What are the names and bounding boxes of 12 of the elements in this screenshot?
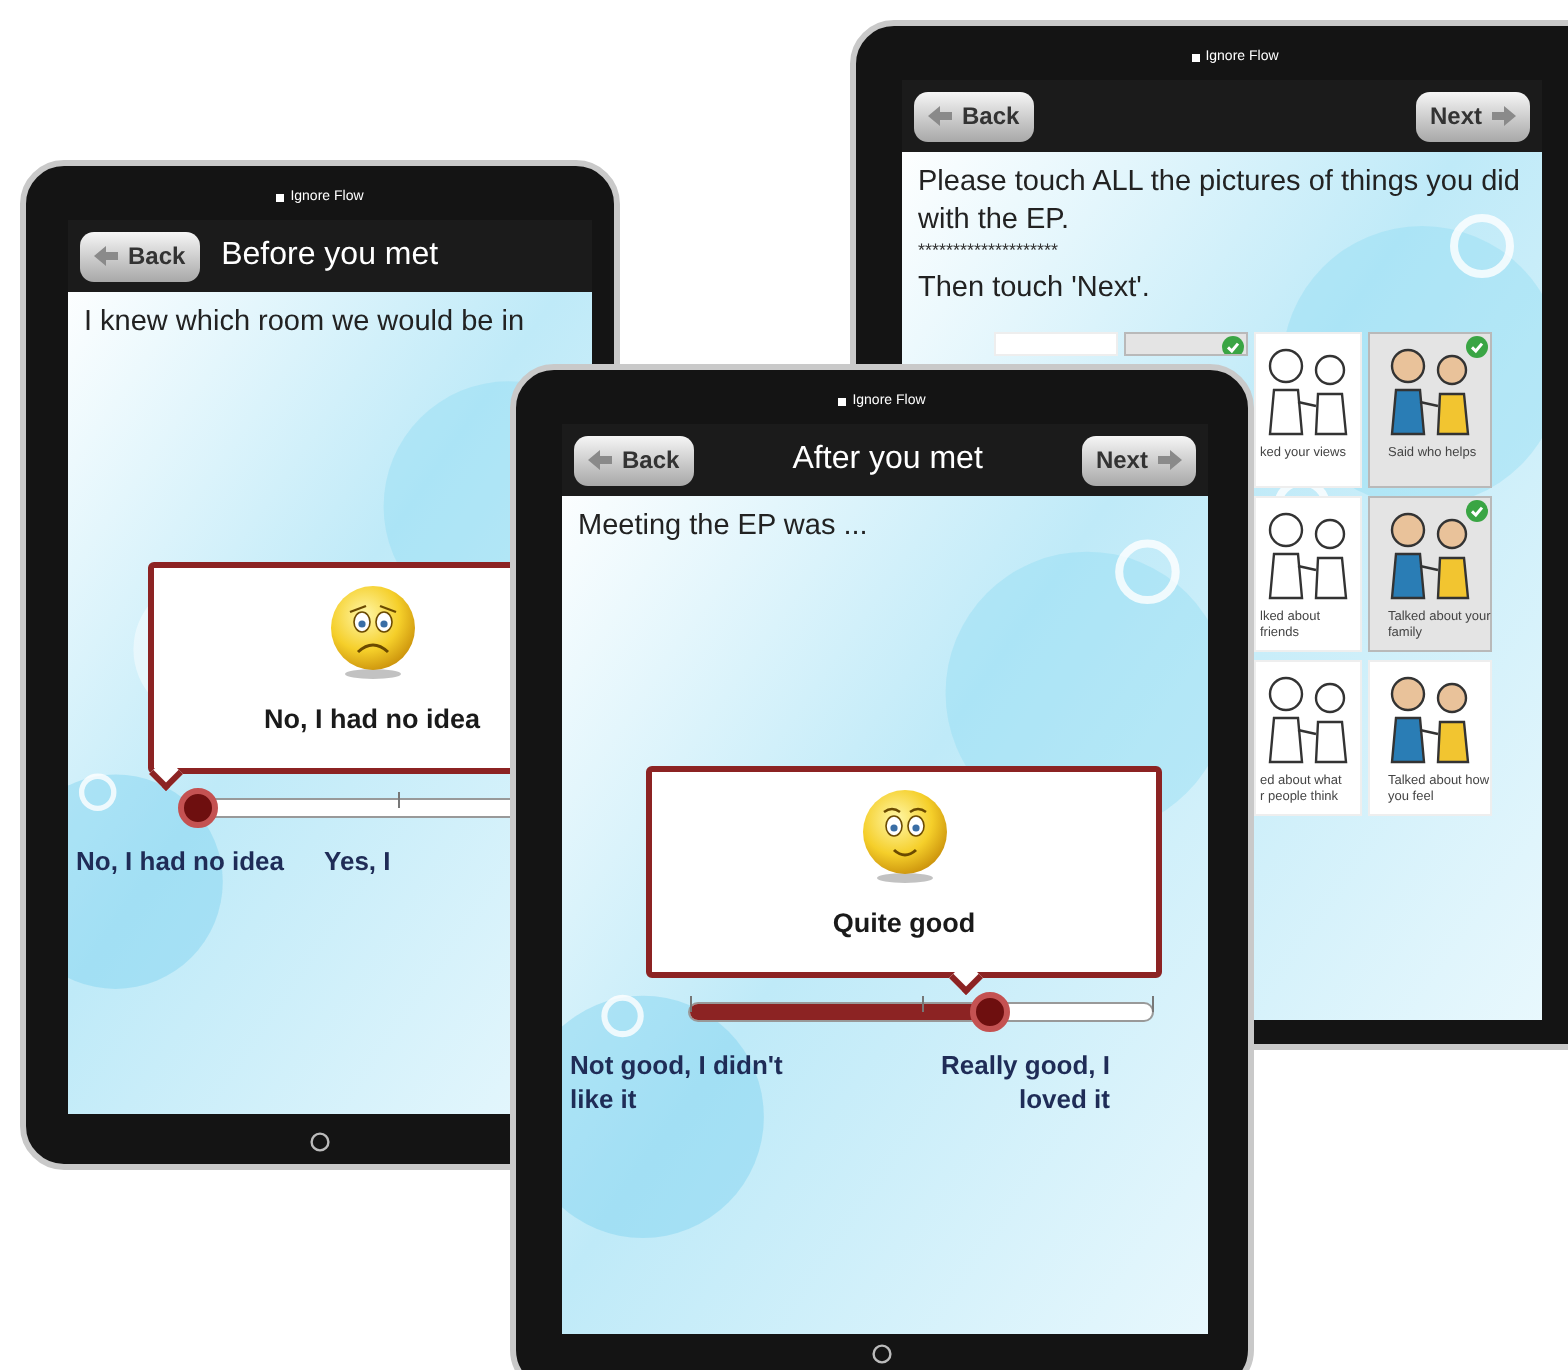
back-button[interactable]: Back xyxy=(914,91,1034,141)
scale-label: Really good, I loved it xyxy=(938,1048,1110,1116)
screen-title: Before you met xyxy=(221,236,439,276)
question-text: Meeting the EP was ... xyxy=(578,508,870,546)
scale-label: No, I had no idea xyxy=(76,844,285,878)
back-button[interactable]: Back xyxy=(574,435,694,485)
callout-text: No, I had no idea xyxy=(263,702,480,738)
back-button[interactable]: Back xyxy=(80,231,200,281)
next-button[interactable]: Next xyxy=(1415,91,1530,141)
scale-label: Not good, I didn't like it xyxy=(570,1048,785,1116)
scale-label: Yes, I xyxy=(324,844,391,878)
question-text: I knew which room we would be in xyxy=(84,304,527,342)
